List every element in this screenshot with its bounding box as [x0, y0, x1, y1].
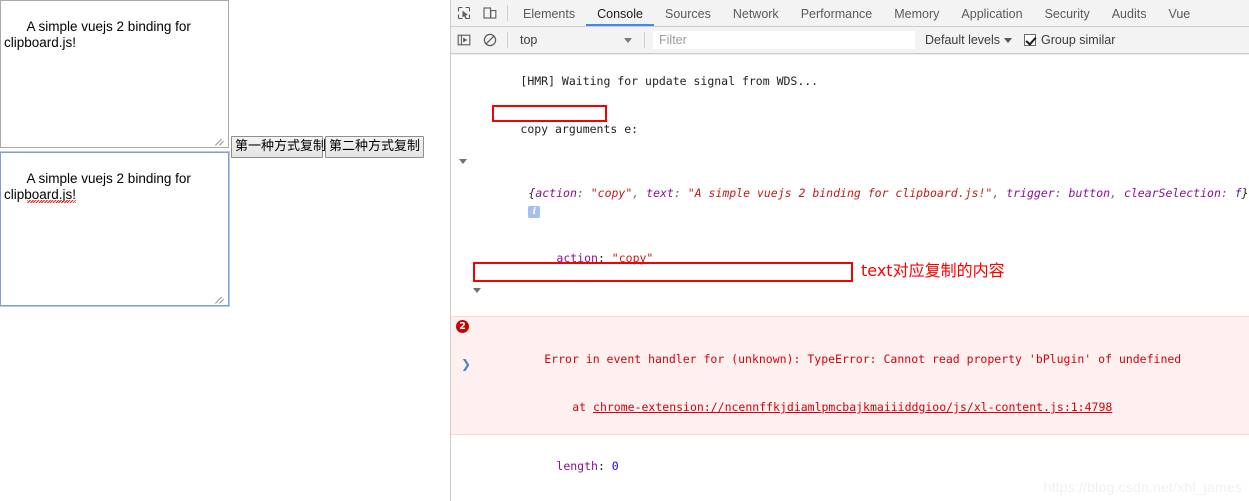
console-message-hmr: [HMR] Waiting for update signal from WDS…	[451, 54, 1249, 105]
devtools-tabbar: Elements Console Sources Network Perform…	[451, 0, 1249, 27]
expand-triangle-icon[interactable]	[459, 159, 467, 164]
resize-grip-icon[interactable]	[215, 134, 227, 146]
target-textarea[interactable]: A simple vuejs 2 binding for clipboard.j…	[0, 151, 230, 307]
tab-console[interactable]: Console	[586, 1, 654, 26]
watermark: https://blog.csdn.net/xhl_james	[1043, 479, 1242, 495]
preview-val-clearselection: f	[1234, 186, 1242, 200]
preview-val-trigger: button	[1068, 186, 1111, 200]
error-stack-line: at chrome-extension://ncennffkjdiamlpmcb…	[451, 383, 1249, 431]
info-icon[interactable]: i	[528, 206, 541, 218]
expand-triangle-icon[interactable]	[473, 288, 481, 293]
copy-method-one-button[interactable]: 第一种方式复制	[231, 136, 326, 158]
group-similar-checkbox[interactable]	[1024, 34, 1037, 46]
source-textarea-text: A simple vuejs 2 binding for clipboard.j…	[4, 19, 195, 50]
tab-application[interactable]: Application	[950, 1, 1033, 26]
tab-vue[interactable]: Vue	[1157, 1, 1201, 26]
browser-page-area: A simple vuejs 2 binding for clipboard.j…	[0, 0, 449, 501]
hmr-text: [HMR] Waiting for update signal from WDS…	[520, 74, 819, 88]
preview-val-text: "A simple vuejs 2 binding for clipboard.…	[687, 186, 993, 200]
tab-elements[interactable]: Elements	[512, 1, 586, 26]
toggle-device-toolbar-icon[interactable]	[477, 1, 503, 26]
property-key: action	[556, 251, 598, 265]
tab-network[interactable]: Network	[722, 1, 790, 26]
error-source-link[interactable]: chrome-extension://ncennffkjdiamlpmcbajk…	[593, 400, 1112, 414]
inspect-element-icon[interactable]	[451, 1, 477, 26]
devtools-panel: Elements Console Sources Network Perform…	[450, 0, 1249, 501]
preview-key-text: text	[646, 186, 674, 200]
chevron-down-icon	[624, 38, 632, 43]
screenshot-root: A simple vuejs 2 binding for clipboard.j…	[0, 0, 1249, 501]
console-message-label: copy arguments e:	[451, 105, 1249, 153]
property-key: length	[556, 459, 598, 473]
preview-key-clearselection: clearSelection	[1123, 186, 1221, 200]
prompt-chevron-icon: ❯	[461, 357, 472, 371]
error-count-badge: 2	[456, 320, 469, 333]
preview-close-brace: }	[1241, 186, 1249, 200]
tab-performance[interactable]: Performance	[790, 1, 884, 26]
filterbar-divider-2	[644, 32, 645, 48]
preview-val-action: "copy"	[590, 186, 633, 200]
execution-context-value: top	[520, 33, 538, 47]
tab-security[interactable]: Security	[1034, 1, 1101, 26]
error-at-label: at	[572, 400, 594, 414]
log-levels-select[interactable]: Default levels	[925, 33, 1013, 47]
filter-input[interactable]	[653, 31, 915, 49]
preview-key-action: action	[535, 186, 577, 200]
annotation-text-label: text对应复制的内容	[861, 261, 1005, 280]
group-similar-label: Group similar	[1041, 33, 1116, 47]
target-textarea-text: A simple vuejs 2 binding for clipboard.j…	[4, 171, 195, 202]
tab-sources[interactable]: Sources	[654, 1, 722, 26]
preview-key-trigger: trigger	[1006, 186, 1055, 200]
execution-context-icon[interactable]	[451, 28, 477, 53]
chevron-down-icon	[1004, 37, 1013, 43]
tab-audits[interactable]: Audits	[1101, 1, 1158, 26]
console-prompt[interactable]: ❯	[451, 356, 1249, 374]
property-value: 0	[611, 459, 619, 473]
execution-context-select[interactable]: top	[512, 30, 640, 50]
group-similar-toggle[interactable]: Group similar	[1024, 33, 1115, 47]
toolbar-divider	[507, 5, 508, 21]
property-value: "copy"	[611, 251, 654, 265]
tab-memory[interactable]: Memory	[883, 1, 950, 26]
property-sep: :	[597, 459, 612, 473]
resize-grip-icon[interactable]	[215, 292, 227, 304]
console-filter-bar: top Default levels Group similar	[451, 27, 1249, 54]
console-output[interactable]: [HMR] Waiting for update signal from WDS…	[451, 54, 1249, 501]
filterbar-divider	[507, 32, 508, 48]
console-error-message[interactable]: 2 Error in event handler for (unknown): …	[451, 316, 1249, 435]
log-levels-label: Default levels	[925, 33, 1001, 47]
property-row-action: action: "copy"	[451, 234, 1249, 282]
clear-console-icon[interactable]	[477, 28, 503, 53]
copy-arguments-label: copy arguments e:	[520, 122, 639, 136]
copy-method-two-button[interactable]: 第二种方式复制	[325, 136, 424, 158]
source-textarea[interactable]: A simple vuejs 2 binding for clipboard.j…	[0, 0, 229, 148]
object-preview-row[interactable]: {action: "copy", text: "A simple vuejs 2…	[451, 153, 1249, 234]
property-sep: :	[597, 251, 612, 265]
